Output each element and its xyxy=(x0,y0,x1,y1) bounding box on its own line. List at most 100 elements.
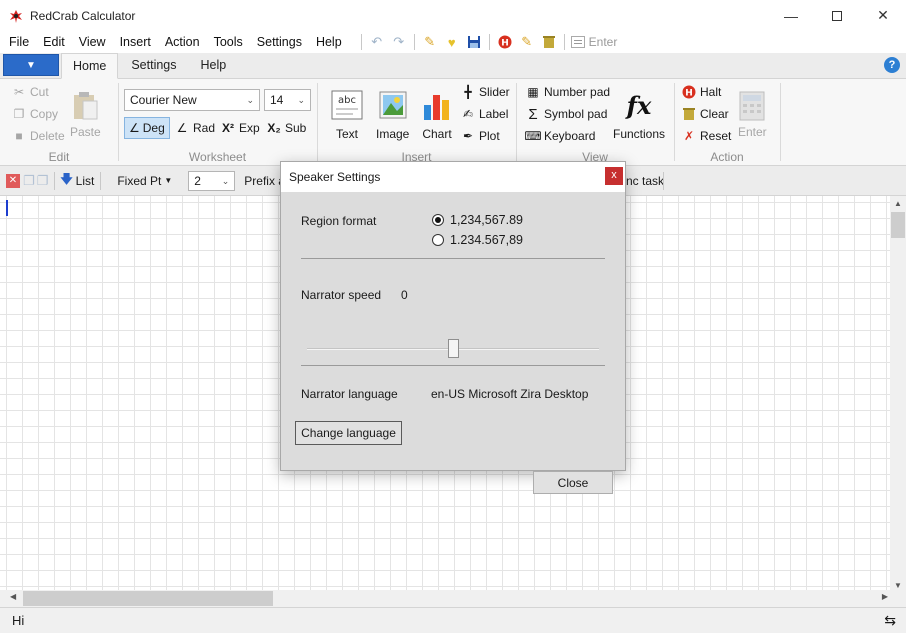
menu-action[interactable]: Action xyxy=(158,31,207,53)
qat-enter-label: Enter xyxy=(588,35,618,49)
font-size-select[interactable]: 14 ⌄ xyxy=(264,89,311,111)
radio-selected[interactable] xyxy=(432,214,444,226)
window-title: RedCrab Calculator xyxy=(30,8,136,23)
decimal-digits-select[interactable]: 2 ⌄ xyxy=(188,170,236,191)
functions-button[interactable]: fx Functions xyxy=(613,89,665,141)
copy-icon: ❐ xyxy=(13,107,25,121)
insert-slider-button[interactable]: ╋ Slider xyxy=(460,82,509,102)
symbol-pad-button[interactable]: Σ Symbol pad xyxy=(525,104,607,124)
number-pad-button[interactable]: ▦ Number pad xyxy=(525,82,610,102)
subscript-button[interactable]: X₂ Sub xyxy=(266,118,306,138)
radio-unselected[interactable] xyxy=(432,234,444,246)
open-icon[interactable]: ✎ xyxy=(419,32,441,52)
svg-text:H: H xyxy=(501,39,509,49)
horizontal-scroll-thumb[interactable] xyxy=(23,591,273,606)
tab-help[interactable]: Help xyxy=(190,53,238,78)
angle-icon: ∠ xyxy=(129,121,140,135)
number-format-dropdown[interactable]: Fixed Pt ▼ xyxy=(117,174,172,188)
maximize-icon xyxy=(832,10,842,21)
help-icon[interactable]: ? xyxy=(884,57,900,73)
insert-chart-button[interactable]: Chart xyxy=(421,89,453,141)
menu-file[interactable]: File xyxy=(0,31,36,53)
menu-help[interactable]: Help xyxy=(309,31,349,53)
clear-button[interactable]: Clear xyxy=(681,104,729,124)
redcrab-app-icon xyxy=(8,8,24,24)
sync-arrows-icon[interactable]: ⇆ xyxy=(884,612,896,629)
chevron-down-icon: ⌄ xyxy=(246,95,254,105)
insert-image-button[interactable]: Image xyxy=(376,89,409,141)
narrator-language-value: en-US Microsoft Zira Desktop xyxy=(431,387,589,401)
vertical-scrollbar[interactable]: ▲ ▼ xyxy=(890,196,906,590)
reset-button[interactable]: ✗ Reset xyxy=(681,126,731,146)
font-family-select[interactable]: Courier New ⌄ xyxy=(124,89,260,111)
trash-icon[interactable] xyxy=(538,32,560,52)
sync-task-button[interactable]: nc task xyxy=(626,174,664,188)
cut-button[interactable]: ✂ Cut xyxy=(11,82,49,102)
region-option-eu[interactable]: 1.234.567,89 xyxy=(432,233,523,247)
exponent-button[interactable]: X² Exp xyxy=(220,118,260,138)
dialog-body: Region format 1,234,567.89 1.234.567,89 … xyxy=(281,192,625,494)
delete-icon: ■ xyxy=(15,129,23,143)
dialog-title-bar: Speaker Settings x xyxy=(281,162,625,192)
vertical-scroll-thumb[interactable] xyxy=(891,212,905,238)
scroll-right-icon[interactable]: ▶ xyxy=(882,592,888,601)
scroll-up-icon[interactable]: ▲ xyxy=(890,199,906,208)
minimize-icon: — xyxy=(784,7,798,24)
insert-text-button[interactable]: abc Text xyxy=(331,89,363,141)
enter-button[interactable]: Enter xyxy=(738,91,767,139)
menu-edit[interactable]: Edit xyxy=(36,31,72,53)
halt-button[interactable]: H Halt xyxy=(681,82,721,102)
copy-button[interactable]: ❐ Copy xyxy=(11,104,58,124)
horizontal-scrollbar[interactable]: ◀ ▶ xyxy=(0,590,890,607)
reset-icon: ✗ xyxy=(683,129,695,143)
broom-icon[interactable]: ✎ xyxy=(516,32,538,52)
dropdown-arrow-icon: ▼ xyxy=(164,176,173,185)
svg-text:fx: fx xyxy=(625,91,652,120)
close-worksheet-icon[interactable]: ✕ xyxy=(6,173,20,188)
degree-mode-button[interactable]: ∠ Deg xyxy=(124,117,170,139)
dialog-close-x-button[interactable]: x xyxy=(605,167,623,185)
menu-tools[interactable]: Tools xyxy=(207,31,250,53)
redo-icon[interactable]: ↷ xyxy=(388,32,410,52)
split-view-icon[interactable]: ❐ xyxy=(23,173,35,189)
insert-label-button[interactable]: ✍ Label xyxy=(460,104,508,124)
application-menu-button[interactable]: ▼ xyxy=(3,54,59,76)
halt-icon[interactable]: H xyxy=(494,32,516,52)
region-option-us[interactable]: 1,234,567.89 xyxy=(432,213,523,227)
slider-icon: ╋ xyxy=(464,85,472,99)
radian-mode-button[interactable]: ∠ Rad xyxy=(174,118,215,138)
undo-icon[interactable]: ↶ xyxy=(366,32,388,52)
menu-insert[interactable]: Insert xyxy=(113,31,158,53)
insert-plot-button[interactable]: ✒ Plot xyxy=(460,126,500,146)
keypad-icon: ▦ xyxy=(527,85,539,99)
narrator-language-label: Narrator language xyxy=(301,387,398,401)
change-language-button[interactable]: Change language xyxy=(295,421,402,445)
delete-button[interactable]: ■ Delete xyxy=(11,126,64,146)
sigma-icon: Σ xyxy=(528,105,538,123)
trash-icon xyxy=(681,106,697,122)
divider xyxy=(301,365,605,366)
maximize-button[interactable] xyxy=(814,0,860,31)
scissors-icon: ✂ xyxy=(13,85,25,99)
narrator-speed-slider-thumb[interactable] xyxy=(448,339,459,358)
menu-settings[interactable]: Settings xyxy=(250,31,309,53)
close-dialog-button[interactable]: Close xyxy=(533,471,613,494)
ribbon-group-edit: ✂ Cut ❐ Copy ■ Delete Paste Edit xyxy=(0,79,118,166)
scroll-down-icon[interactable]: ▼ xyxy=(890,581,906,590)
prefix-dropdown[interactable]: Prefix a xyxy=(244,174,285,188)
edit-group-label: Edit xyxy=(48,150,70,164)
save-icon[interactable] xyxy=(463,32,485,52)
paste-button[interactable]: Paste xyxy=(70,91,101,139)
close-window-button[interactable]: ✕ xyxy=(860,0,906,31)
scroll-left-icon[interactable]: ◀ xyxy=(10,592,16,601)
minimize-button[interactable]: — xyxy=(768,0,814,31)
copy-sheet-icon[interactable]: ❐ xyxy=(37,173,49,189)
qat-enter-button[interactable]: Enter xyxy=(570,35,618,49)
menu-view[interactable]: View xyxy=(72,31,113,53)
list-button[interactable]: 🡇 List xyxy=(60,170,94,191)
tab-home[interactable]: Home xyxy=(61,53,119,79)
tab-settings[interactable]: Settings xyxy=(120,53,187,78)
title-bar: RedCrab Calculator — ✕ xyxy=(0,0,906,31)
keyboard-button[interactable]: ⌨ Keyboard xyxy=(524,126,595,146)
favorite-icon[interactable]: ♥ xyxy=(441,32,463,52)
